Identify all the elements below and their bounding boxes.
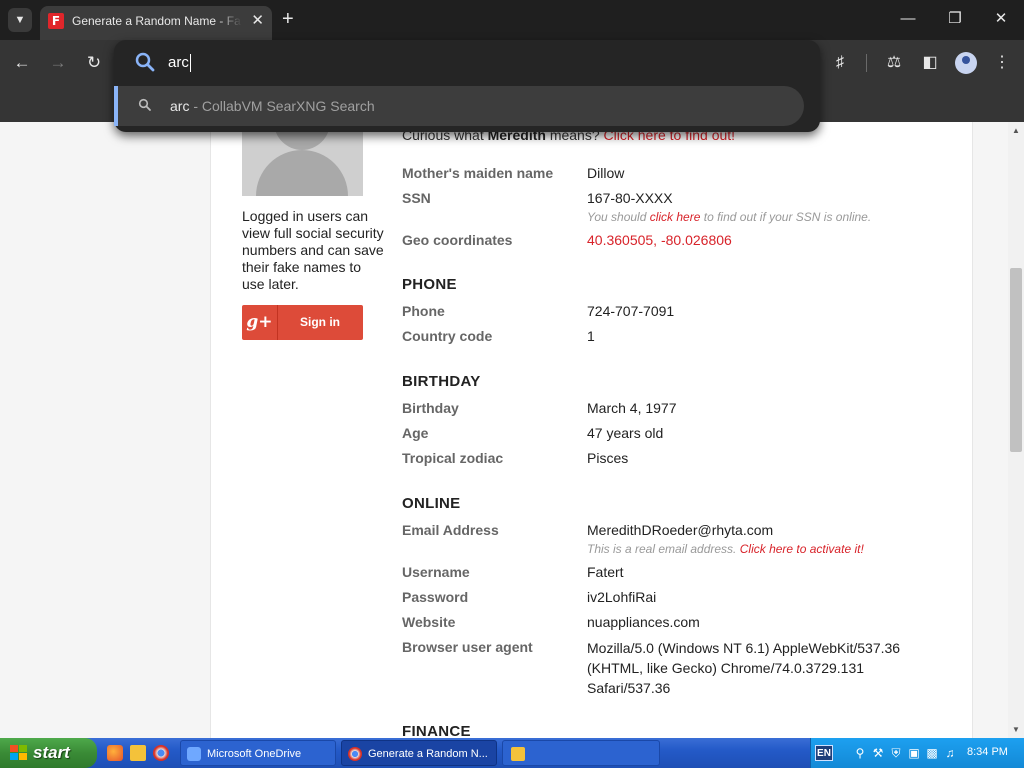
address-bar-input[interactable]: arc [168,54,191,72]
search-suggestion[interactable]: arc - CollabVM SearXNG Search [114,86,804,126]
tab-close-icon[interactable]: ✕ [251,12,264,30]
display-tray-icon[interactable]: ▩ [925,746,939,760]
tab-search-button[interactable]: ▼ [8,8,32,32]
scrollbar-thumb[interactable] [1010,268,1022,452]
birthday-heading: BIRTHDAY [402,373,481,390]
page-scrollbar[interactable]: ▲ ▼ [1008,122,1024,738]
task-onedrive[interactable]: Microsoft OneDrive [180,740,336,766]
language-indicator[interactable]: EN [815,745,833,761]
extensions-icon[interactable]: ♯ [828,52,852,74]
omnibox-dropdown: arc arc - CollabVM SearXNG Search [114,40,820,132]
onedrive-icon [187,747,201,761]
folder-icon [511,747,525,761]
signin-label: Sign in [300,315,340,329]
shield-tray-icon[interactable]: ⛨ [889,746,903,760]
profile-silhouette-image [242,122,363,196]
page-content: Logged in users can view full social sec… [0,122,1008,738]
forward-button[interactable]: → [45,52,71,74]
toolbar-divider [866,54,867,72]
tab-strip: ▼ F Generate a Random Name - Fake Name G… [0,0,1024,40]
ssn-check-link[interactable]: click here [650,210,701,224]
google-plus-icon: g+ [242,305,278,340]
tab-favicon: F [48,13,64,29]
chrome-quicklaunch-icon[interactable] [153,745,169,761]
menu-kebab-icon[interactable]: ⋮ [990,52,1014,74]
suggestion-text: arc - CollabVM SearXNG Search [170,98,375,114]
side-panel-icon[interactable]: ◧ [918,52,942,74]
task-browser[interactable]: Generate a Random N... [341,740,497,766]
minimize-button[interactable]: — [893,8,923,30]
new-tab-button[interactable]: + [282,8,294,30]
task-folder[interactable] [502,740,660,766]
windows-logo-icon [10,745,27,760]
online-heading: ONLINE [402,495,461,512]
google-signin-button[interactable]: g+ Sign in [242,305,363,340]
finance-heading: FINANCE [402,723,471,738]
reload-button[interactable]: ↻ [81,52,107,74]
firefox-quicklaunch-icon[interactable] [107,745,123,761]
clock[interactable]: 8:34 PM [967,746,1008,758]
phone-heading: PHONE [402,276,457,293]
back-button[interactable]: ← [9,52,35,74]
scroll-down-arrow-icon[interactable]: ▼ [1012,725,1020,734]
start-button[interactable]: start [0,738,97,768]
system-tray: EN ⚲ ⚒ ⛨ ▣ ▩ ♫ 8:34 PM [810,738,1024,768]
content-card: Logged in users can view full social sec… [210,122,973,738]
login-note: Logged in users can view full social sec… [242,208,384,292]
windows-taskbar: start Microsoft OneDrive Generate a Rand… [0,738,1024,768]
chrome-icon [348,747,362,761]
activate-email-link[interactable]: Click here to activate it! [740,542,864,556]
search-tray-icon[interactable]: ⚲ [853,746,867,760]
active-tab[interactable]: F Generate a Random Name - Fake Name Gen… [40,6,272,40]
scroll-up-arrow-icon[interactable]: ▲ [1012,126,1020,135]
geo-coordinates-link[interactable]: 40.360505, -80.026806 [587,232,917,248]
network-tray-icon[interactable]: ▣ [907,746,921,760]
suggestion-search-icon [138,98,151,111]
profile-avatar-icon[interactable] [955,52,977,74]
explorer-quicklaunch-icon[interactable] [130,745,146,761]
tools-tray-icon[interactable]: ⚒ [871,746,885,760]
restore-button[interactable]: ❐ [940,8,970,30]
volume-muted-icon[interactable]: ♫ [943,746,957,760]
close-window-button[interactable]: ✕ [986,8,1016,30]
search-icon [135,52,155,72]
labs-flask-icon[interactable]: ⚖ [882,52,906,74]
tab-title: Generate a Random Name - Fake Name Gener… [72,14,242,28]
